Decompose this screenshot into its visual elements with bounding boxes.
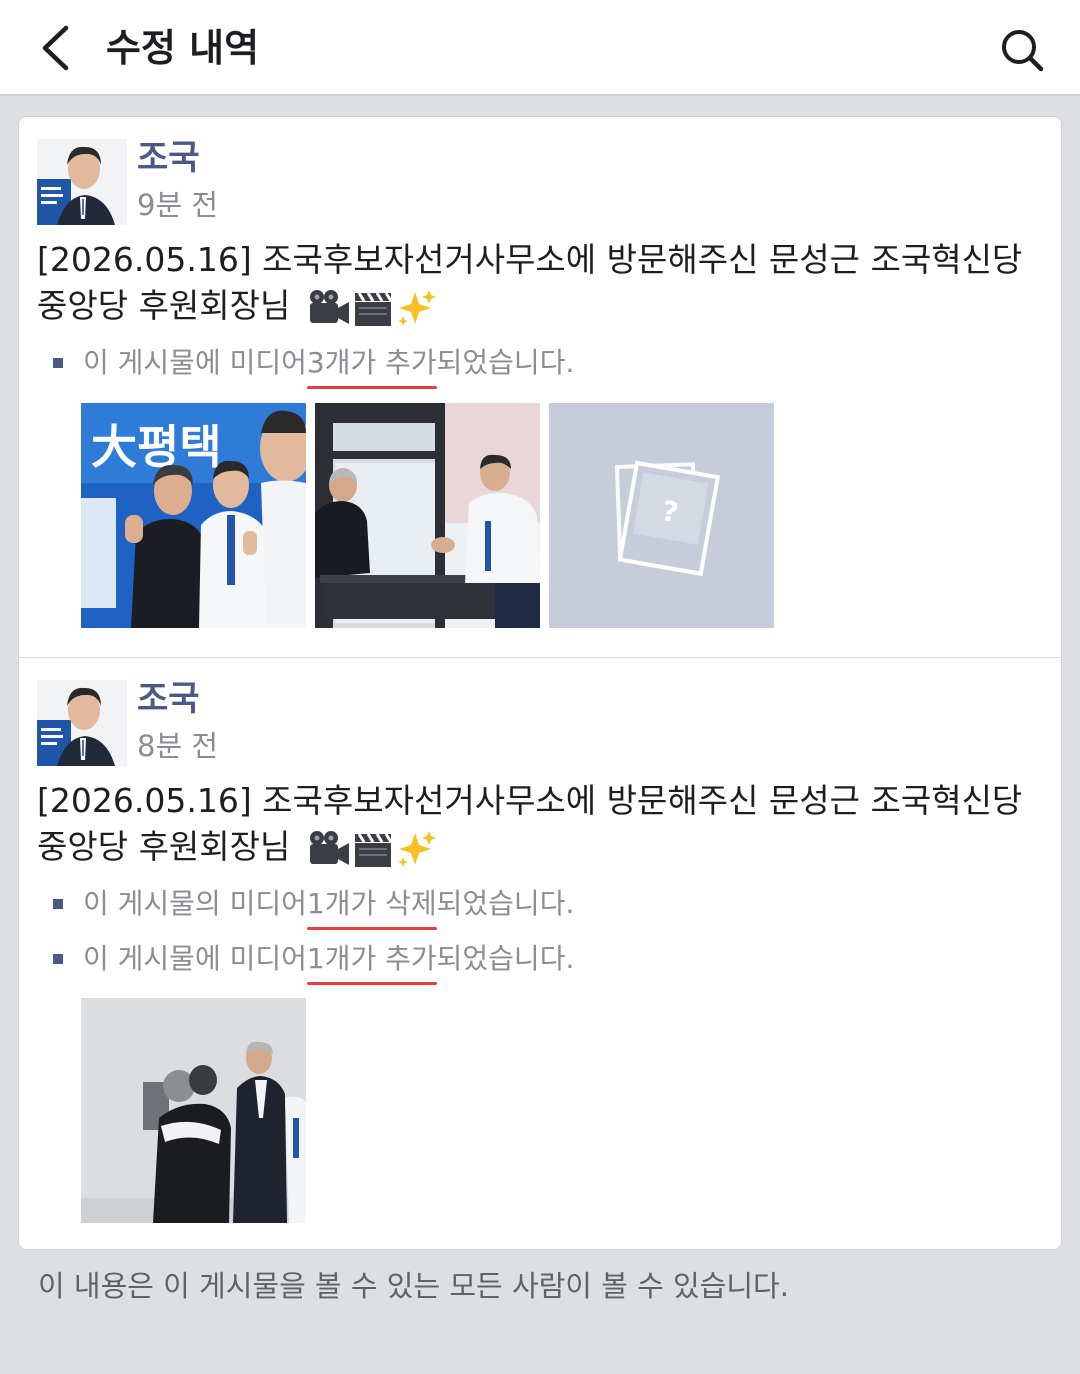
post-text: [2026.05.16] 조국후보자선거사무소에 방문해주신 문성근 조국혁신당…: [37, 778, 1049, 870]
back-button[interactable]: [30, 20, 80, 76]
timestamp: 9분 전: [137, 188, 219, 222]
edit-entry: 조국 8분 전 [2026.05.16] 조국후보자선거사무소에 방문해주신 문…: [19, 658, 1063, 1251]
sparkles-icon: [397, 289, 436, 326]
change-prefix: 이 게시물에 미디어: [83, 942, 307, 975]
change-note: 이 게시물에 미디어 3개가 추가 되었습니다.: [53, 343, 575, 389]
search-icon: [1002, 30, 1044, 72]
avatar[interactable]: [37, 139, 127, 225]
sparkles-icon: [397, 830, 436, 867]
visibility-note: 이 내용은 이 게시물을 볼 수 있는 모든 사람이 볼 수 있습니다.: [38, 1269, 789, 1303]
change-prefix: 이 게시물의 미디어: [83, 887, 307, 920]
svg-text:大평택: 大평택: [91, 420, 222, 474]
timestamp: 8분 전: [137, 729, 219, 763]
avatar[interactable]: [37, 680, 127, 766]
media-thumbnail[interactable]: 大평택: [81, 403, 306, 628]
clapper-board-icon: [354, 832, 393, 867]
top-bar: 수정 내역: [0, 0, 1080, 96]
change-highlight: 1개가 추가: [306, 939, 437, 985]
video-camera-icon: [309, 830, 349, 865]
bullet-icon: [53, 954, 63, 964]
change-suffix: 되었습니다.: [436, 346, 575, 379]
edit-history-card: 조국 9분 전 [2026.05.16] 조국후보자선거사무소에 방문해주신 문…: [18, 116, 1063, 1251]
change-highlight: 3개가 추가: [306, 343, 437, 389]
video-camera-icon: [309, 289, 349, 324]
post-text-body: [2026.05.16] 조국후보자선거사무소에 방문해주신 문성근 조국혁신당…: [37, 781, 1023, 866]
chevron-left-icon: [42, 25, 69, 71]
search-button[interactable]: [994, 22, 1050, 78]
clapper-board-icon: [354, 291, 393, 326]
author-name[interactable]: 조국: [137, 137, 200, 179]
bullet-icon: [53, 358, 63, 368]
change-note: 이 게시물에 미디어 1개가 추가 되었습니다.: [53, 939, 575, 985]
change-highlight: 1개가 삭제: [306, 884, 437, 930]
bullet-icon: [53, 899, 63, 909]
change-prefix: 이 게시물에 미디어: [83, 346, 307, 379]
post-text-body: [2026.05.16] 조국후보자선거사무소에 방문해주신 문성근 조국혁신당…: [37, 240, 1023, 325]
author-name[interactable]: 조국: [137, 678, 200, 720]
page-title: 수정 내역: [106, 26, 260, 70]
post-text: [2026.05.16] 조국후보자선거사무소에 방문해주신 문성근 조국혁신당…: [37, 237, 1049, 329]
edit-entry: 조국 9분 전 [2026.05.16] 조국후보자선거사무소에 방문해주신 문…: [19, 117, 1063, 657]
missing-media-placeholder[interactable]: ?: [549, 403, 774, 628]
change-note: 이 게시물의 미디어 1개가 삭제 되었습니다.: [53, 884, 575, 930]
media-thumbnail[interactable]: [315, 403, 540, 628]
media-thumbnail[interactable]: [81, 998, 306, 1223]
change-suffix: 되었습니다.: [436, 942, 575, 975]
change-suffix: 되었습니다.: [436, 887, 575, 920]
